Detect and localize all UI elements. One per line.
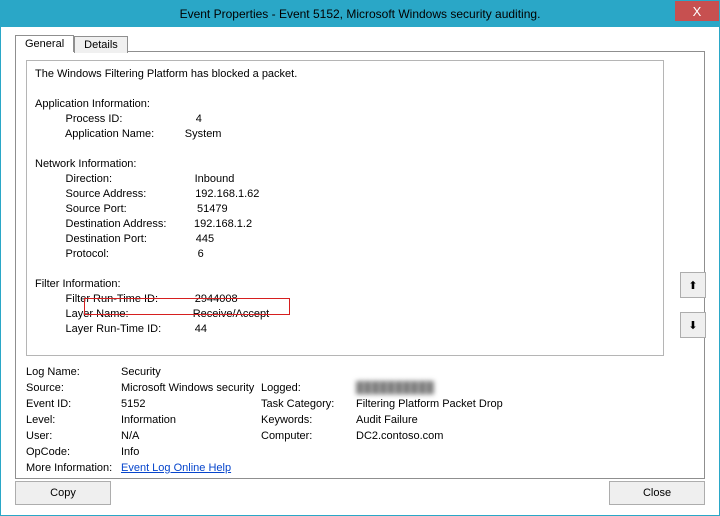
lbl: Destination Address: (35, 218, 166, 230)
prev-event-button[interactable]: ⬆ (680, 272, 706, 298)
more-info-label: More Information: (26, 462, 121, 474)
source-value: Microsoft Windows security (121, 382, 261, 394)
level-value: Information (121, 414, 261, 426)
source-label: Source: (26, 382, 121, 394)
row-src-addr: Source Address: 192.168.1.62 (35, 187, 655, 202)
app-info-header: Application Information: (35, 97, 655, 112)
val: Receive/Accept (193, 308, 269, 320)
copy-button[interactable]: Copy (15, 481, 111, 505)
lbl: Protocol: (35, 248, 109, 260)
close-icon: X (693, 4, 702, 19)
row-filter-id: Filter Run-Time ID: 2944008 (35, 292, 655, 307)
logged-value: ██████████ (356, 382, 556, 394)
keywords-value: Audit Failure (356, 414, 556, 426)
row-process-id: Process ID: 4 (35, 112, 655, 127)
val: 445 (196, 233, 214, 245)
row-src-port: Source Port: 51479 (35, 202, 655, 217)
close-dialog-button[interactable]: Close (609, 481, 705, 505)
title-bar: Event Properties - Event 5152, Microsoft… (1, 1, 719, 27)
lbl: Source Address: (35, 188, 146, 200)
user-value: N/A (121, 430, 261, 442)
dialog-body: General Details The Windows Filtering Pl… (15, 35, 705, 505)
val: 2944008 (195, 293, 238, 305)
event-metadata-grid: Log Name: Security Source: Microsoft Win… (26, 366, 694, 474)
logged-label: Logged: (261, 382, 356, 394)
arrow-up-icon: ⬆ (688, 279, 697, 292)
log-name-label: Log Name: (26, 366, 121, 378)
event-id-label: Event ID: (26, 398, 121, 410)
keywords-label: Keywords: (261, 414, 356, 426)
desc-headline: The Windows Filtering Platform has block… (35, 67, 655, 82)
row-dst-port: Destination Port: 445 (35, 232, 655, 247)
nav-buttons: ⬆ ⬇ (680, 272, 706, 338)
row-app-name: Application Name: System (35, 127, 655, 142)
event-description-box: The Windows Filtering Platform has block… (26, 60, 664, 356)
net-info-header: Network Information: (35, 157, 655, 172)
tab-strip: General Details (15, 35, 705, 52)
opcode-value: Info (121, 446, 556, 458)
lbl: Filter Run-Time ID: (35, 293, 158, 305)
close-button[interactable]: X (675, 1, 719, 21)
val: 4 (196, 113, 202, 125)
row-layer-id: Layer Run-Time ID: 44 (35, 322, 655, 337)
lbl: Source Port: (35, 203, 127, 215)
window-title: Event Properties - Event 5152, Microsoft… (180, 7, 541, 21)
val: 6 (198, 248, 204, 260)
user-label: User: (26, 430, 121, 442)
task-category-label: Task Category: (261, 398, 356, 410)
computer-value: DC2.contoso.com (356, 430, 556, 442)
lbl: Layer Run-Time ID: (35, 323, 161, 335)
lbl: Destination Port: (35, 233, 147, 245)
val: 192.168.1.62 (195, 188, 259, 200)
window-frame: Event Properties - Event 5152, Microsoft… (0, 0, 720, 516)
blank (35, 142, 655, 157)
event-id-value: 5152 (121, 398, 261, 410)
tab-details[interactable]: Details (74, 36, 128, 53)
row-dst-addr: Destination Address: 192.168.1.2 (35, 217, 655, 232)
row-direction: Direction: Inbound (35, 172, 655, 187)
blank (35, 262, 655, 277)
computer-label: Computer: (261, 430, 356, 442)
log-name-value: Security (121, 366, 556, 378)
tab-general[interactable]: General (15, 35, 74, 52)
blank (35, 82, 655, 97)
row-protocol: Protocol: 6 (35, 247, 655, 262)
more-info-link[interactable]: Event Log Online Help (121, 462, 231, 474)
val: 51479 (197, 203, 228, 215)
level-label: Level: (26, 414, 121, 426)
arrow-down-icon: ⬇ (688, 319, 697, 332)
next-event-button[interactable]: ⬇ (680, 312, 706, 338)
row-layer-name: Layer Name: Receive/Accept (35, 307, 655, 322)
val: System (185, 128, 222, 140)
lbl: Direction: (35, 173, 112, 185)
lbl: Layer Name: (35, 308, 129, 320)
val: Inbound (195, 173, 235, 185)
tab-panel-general: The Windows Filtering Platform has block… (15, 51, 705, 479)
lbl: Process ID: (35, 113, 122, 125)
task-category-value: Filtering Platform Packet Drop (356, 398, 556, 410)
filter-info-header: Filter Information: (35, 277, 655, 292)
val: 192.168.1.2 (194, 218, 252, 230)
val: 44 (195, 323, 207, 335)
opcode-label: OpCode: (26, 446, 121, 458)
lbl: Application Name: (35, 128, 154, 140)
dialog-button-row: Copy Close (15, 481, 705, 505)
